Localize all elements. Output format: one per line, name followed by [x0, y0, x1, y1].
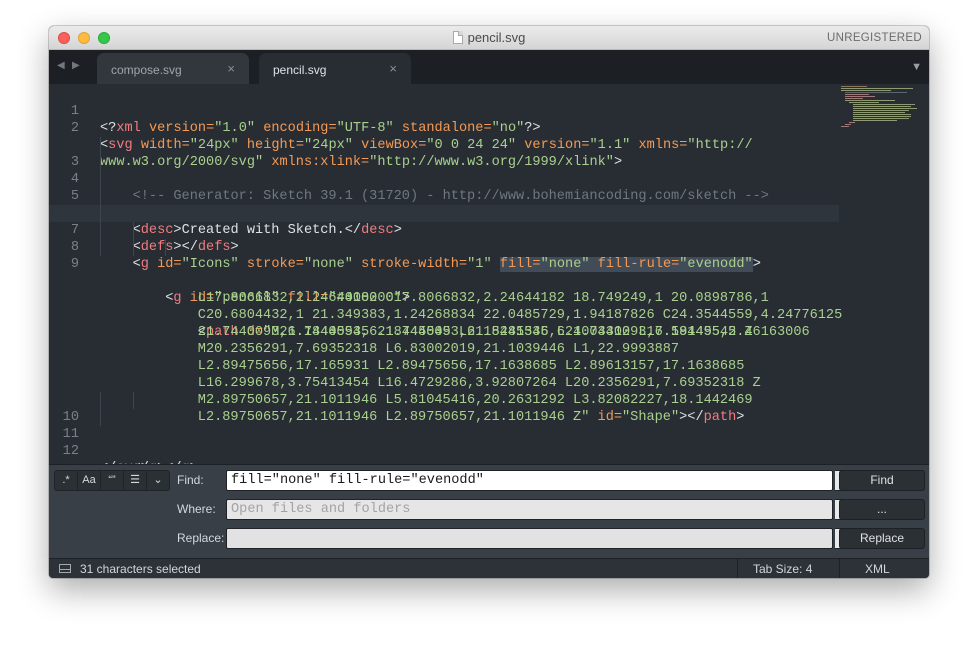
minimap-line [849, 122, 855, 123]
minimap-line [849, 102, 879, 103]
where-options-button[interactable]: ... [839, 499, 925, 520]
forward-arrow-icon[interactable]: ▶ [72, 60, 80, 71]
document-icon [452, 31, 463, 44]
code-line: 4 <title>pencil</title> [49, 154, 839, 221]
window-title-text: pencil.svg [467, 30, 526, 45]
code-line: 6 <defs></defs> [49, 188, 839, 255]
replace-input[interactable] [226, 528, 833, 549]
code-line: 5 <desc>Created with Sketch.</desc> [49, 171, 839, 238]
indent-guide [100, 222, 101, 239]
code-line: 8 <g id="pencil" fill="#000000"> [49, 222, 839, 306]
minimap-line [853, 110, 909, 111]
title-bar: pencil.svg UNREGISTERED [49, 26, 929, 50]
replace-label: Replace: [177, 531, 225, 545]
status-divider [839, 559, 840, 578]
indent-guide [132, 239, 134, 256]
indent-guide [100, 188, 101, 205]
code-line: L17.8066832,2.24644182 C17.8066832,2.246… [49, 256, 839, 306]
find-input[interactable]: fill="none" fill-rule="evenodd" [226, 470, 833, 491]
code-line: 3 <!-- Generator: Sketch 39.1 (31720) - … [49, 137, 839, 204]
code-editor[interactable]: 1 <?xml version="1.0" encoding="UTF-8" s… [49, 84, 929, 476]
code-line: 21.7440093,6.18445545 21.7440093,6.18445… [49, 290, 839, 340]
minimap-line [841, 86, 867, 87]
indent-guide [100, 205, 101, 222]
code-line-current: 7 <g id="Icons" stroke="none" stroke-wid… [49, 205, 839, 272]
tab-menu-icon[interactable]: ▼ [911, 61, 922, 73]
whole-word-toggle[interactable]: “” [101, 471, 124, 490]
back-arrow-icon[interactable]: ◀ [57, 60, 65, 71]
indent-guide [100, 137, 101, 154]
registration-status: UNREGISTERED [827, 32, 922, 44]
minimap-line [853, 108, 917, 109]
code-line: 11 </g> [49, 409, 839, 476]
indent-guide [165, 239, 167, 256]
show-context-toggle[interactable]: ☰ [124, 471, 147, 490]
tab-size-selector[interactable]: Tab Size: 4 [753, 562, 812, 576]
tab-pencil-svg[interactable]: pencil.svg × [259, 53, 411, 84]
status-divider [737, 559, 738, 578]
find-button[interactable]: Find [839, 470, 925, 491]
status-bar: 31 characters selected Tab Size: 4 XML [49, 558, 929, 578]
indent-guide [132, 392, 134, 409]
use-buffer-toggle[interactable]: ⌄ [147, 471, 169, 490]
minimap-line [845, 124, 851, 125]
tab-label: compose.svg [111, 63, 182, 77]
indent-guide [100, 154, 101, 171]
indent-guide [100, 171, 101, 188]
code-line: M2.89750657,21.1011946 L5.81045416,20.26… [49, 358, 839, 408]
replace-button[interactable]: Replace [839, 528, 925, 549]
code-line: 1 <?xml version="1.0" encoding="UTF-8" s… [49, 86, 839, 136]
minimap-line [841, 88, 913, 89]
tab-bar: ◀ ▶ compose.svg × pencil.svg × ▼ [49, 50, 929, 84]
minimap-line [853, 106, 911, 107]
tab-close-icon[interactable]: × [227, 61, 235, 76]
minimap-line [845, 98, 863, 99]
minimap-line [853, 112, 905, 113]
find-panel: .* Aa “” ☰ ⌄ Find: fill="none" fill-rule… [49, 464, 929, 558]
code-line: 10 </g> [49, 392, 839, 476]
editor-window: pencil.svg UNREGISTERED ◀ ▶ compose.svg … [49, 26, 929, 578]
minimap-line [853, 114, 911, 115]
minimap-line [845, 96, 875, 97]
minimap-line [841, 126, 849, 127]
code-line: L2.89475656,17.165931 L2.89475656,17.163… [49, 324, 839, 374]
minimap-line [853, 118, 909, 119]
minimap-line [853, 120, 897, 121]
indent-guide [132, 222, 134, 239]
code-line: M20.2356291,7.69352318 L6.83002019,21.10… [49, 307, 839, 357]
case-sensitive-toggle[interactable]: Aa [78, 471, 101, 490]
minimap-line [853, 104, 915, 105]
tab-label: pencil.svg [273, 63, 327, 77]
window-title: pencil.svg [49, 30, 929, 45]
where-label: Where: [177, 502, 216, 516]
code-line: L16.299678,3.75413454 L16.4729286,3.9280… [49, 341, 839, 391]
regex-toggle[interactable]: .* [55, 471, 78, 490]
minimap-line [853, 116, 911, 117]
line-number: 12 [62, 444, 79, 459]
minimap[interactable] [841, 86, 923, 130]
tab-close-icon[interactable]: × [389, 61, 397, 76]
minimap-line [841, 90, 891, 91]
minimap-line [845, 94, 869, 95]
panel-toggle-icon[interactable] [59, 564, 71, 573]
find-options: .* Aa “” ☰ ⌄ [54, 470, 170, 491]
selection-status: 31 characters selected [80, 562, 201, 576]
where-input[interactable]: Open files and folders [226, 499, 833, 520]
code-line: www.w3.org/2000/svg" xmlns:xlink="http:/… [49, 120, 839, 170]
code-line: 2 <svg width="24px" height="24px" viewBo… [49, 103, 839, 153]
code-line: L2.89750657,21.1011946 L2.89750657,21.10… [49, 375, 839, 425]
find-label: Find: [177, 473, 204, 487]
syntax-selector[interactable]: XML [865, 562, 890, 576]
indent-guide [100, 239, 101, 256]
indent-guide [100, 392, 101, 409]
indent-guide [100, 409, 101, 426]
tab-compose-svg[interactable]: compose.svg × [97, 53, 249, 84]
minimap-line [845, 100, 895, 101]
code-line: 9 <path d="M21.7440093,6.18445545 L21.52… [49, 239, 839, 340]
code-line: C20.6804432,1 21.349383,1.24268834 22.04… [49, 273, 842, 323]
minimap-line [845, 92, 907, 93]
code-line: 12 </svg> [49, 426, 839, 476]
